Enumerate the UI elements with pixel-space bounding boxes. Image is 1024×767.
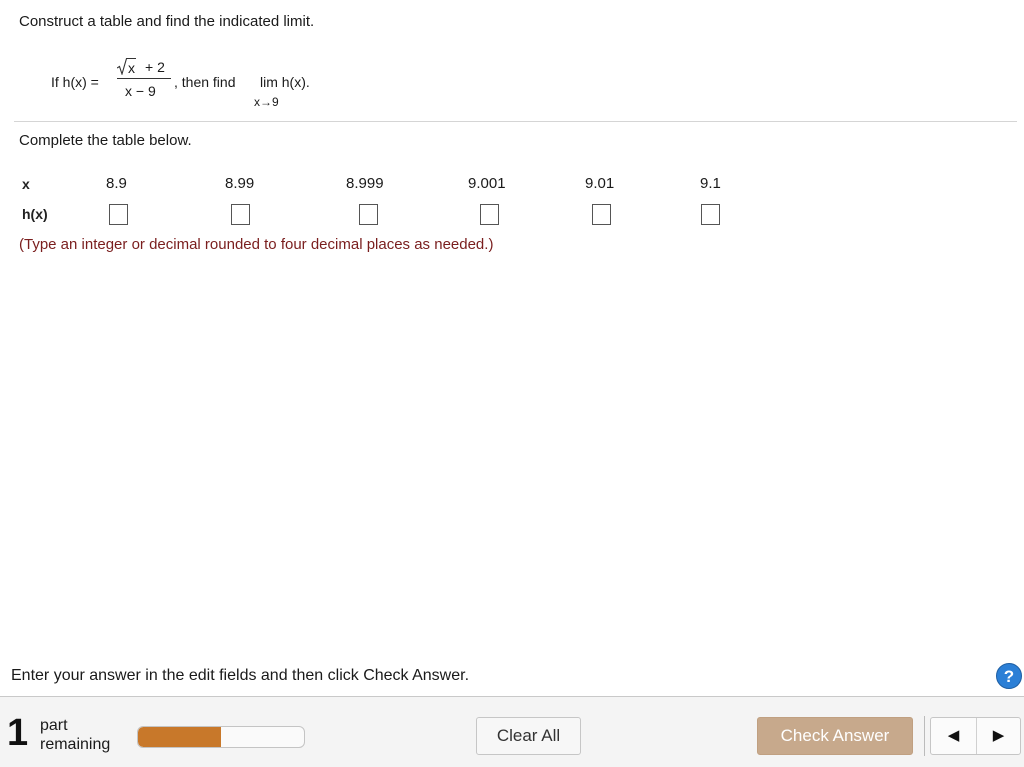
question-nav: ◀ ▶ <box>930 717 1021 755</box>
nav-separator <box>924 716 925 756</box>
table-intro: Complete the table below. <box>19 132 192 149</box>
function-formula: If h(x) = x + 2 x − 9 , then find lim h(… <box>51 56 351 112</box>
x-value-cell: 9.001 <box>468 175 506 192</box>
previous-arrow-icon[interactable]: ◀ <box>931 718 977 754</box>
h-value-input[interactable] <box>359 204 378 225</box>
check-answer-button[interactable]: Check Answer <box>757 717 913 755</box>
answer-instruction: Enter your answer in the edit fields and… <box>11 667 470 684</box>
rounding-hint: (Type an integer or decimal rounded to f… <box>19 236 494 253</box>
clear-all-button[interactable]: Clear All <box>476 717 581 755</box>
table-h-label: h(x) <box>22 206 48 222</box>
limit-expression: lim h(x). <box>260 74 310 90</box>
formula-then: , then find <box>174 74 236 90</box>
question-prompt: Construct a table and find the indicated… <box>19 13 315 30</box>
parts-remaining-label: remaining <box>40 736 111 753</box>
x-value-cell: 8.99 <box>225 175 255 192</box>
section-divider <box>14 121 1017 122</box>
help-button[interactable]: ? <box>996 663 1022 689</box>
h-value-input[interactable] <box>480 204 499 225</box>
x-value-cell: 8.999 <box>346 175 384 192</box>
fraction-bar <box>117 78 171 79</box>
square-root-icon <box>117 58 127 75</box>
h-value-input[interactable] <box>109 204 128 225</box>
h-value-input[interactable] <box>231 204 250 225</box>
x-value-cell: 9.01 <box>585 175 615 192</box>
formula-lead: If h(x) = <box>51 74 99 90</box>
formula-radicand: x <box>127 58 136 76</box>
table-x-label: x <box>22 176 30 192</box>
h-value-input[interactable] <box>592 204 611 225</box>
x-value-cell: 8.9 <box>106 175 127 192</box>
limit-subscript: x→9 <box>254 95 279 109</box>
parts-remaining-label: part <box>40 717 68 734</box>
formula-denominator: x − 9 <box>125 83 156 99</box>
x-value-cell: 9.1 <box>700 175 721 192</box>
progress-bar <box>137 726 305 748</box>
h-value-input[interactable] <box>701 204 720 225</box>
formula-numerator-rest: + 2 <box>145 59 165 75</box>
next-arrow-icon[interactable]: ▶ <box>976 718 1021 754</box>
progress-fill <box>138 727 221 747</box>
parts-remaining-count: 1 <box>7 712 29 754</box>
